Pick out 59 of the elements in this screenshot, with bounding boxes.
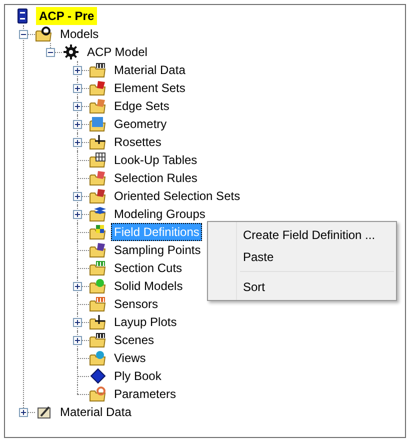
menu-item[interactable]: Paste	[210, 246, 394, 268]
folder-icon	[89, 188, 107, 204]
folder-icon	[89, 62, 107, 78]
folder-icon	[89, 206, 107, 222]
folder-icon	[89, 278, 107, 294]
folder-icon	[89, 152, 107, 168]
folder-icon	[89, 116, 107, 132]
expand-icon[interactable]	[72, 282, 82, 290]
tree-item[interactable]: Solid Models	[111, 277, 186, 295]
tree-item[interactable]: Material Data	[57, 403, 134, 421]
expand-icon[interactable]	[72, 192, 82, 200]
expand-icon[interactable]	[72, 318, 82, 326]
collapse-icon[interactable]	[46, 48, 54, 56]
notebook-icon	[35, 404, 53, 420]
tree-item[interactable]: Layup Plots	[111, 313, 180, 331]
folder-icon	[89, 386, 107, 402]
tree-item[interactable]: Edge Sets	[111, 97, 172, 115]
folder-icon	[89, 224, 107, 240]
diamond-icon	[89, 368, 107, 384]
tree-item[interactable]: Scenes	[111, 331, 158, 349]
tree-item[interactable]: Parameters	[111, 385, 180, 403]
folder-icon	[89, 134, 107, 150]
tree-item[interactable]: Look-Up Tables	[111, 151, 200, 169]
collapse-icon[interactable]	[18, 30, 28, 38]
tree-item[interactable]: Geometry	[111, 115, 170, 133]
folder-icon	[89, 80, 107, 96]
expand-icon[interactable]	[72, 66, 82, 74]
folder-icon	[89, 314, 107, 330]
tree-item[interactable]: Rosettes	[111, 133, 164, 151]
tree-item[interactable]: ACP Model	[84, 43, 150, 61]
expand-icon[interactable]	[72, 84, 82, 92]
tree-item[interactable]: Section Cuts	[111, 259, 186, 277]
expand-icon[interactable]	[18, 408, 28, 416]
tree-item[interactable]: Sensors	[111, 295, 162, 313]
menu-item[interactable]: Create Field Definition ...	[210, 224, 394, 246]
tree-item[interactable]: ACP - Pre	[36, 7, 98, 25]
expand-icon[interactable]	[72, 138, 82, 146]
tree-item[interactable]: Oriented Selection Sets	[111, 187, 244, 205]
folder-icon	[89, 170, 107, 186]
tree-item[interactable]: Sampling Points	[111, 241, 204, 259]
folder-icon	[89, 296, 107, 312]
folder-icon	[89, 242, 107, 258]
tree-item[interactable]: Selection Rules	[111, 169, 200, 187]
folder-icon	[89, 98, 107, 114]
tree-item[interactable]: Ply Book	[111, 367, 164, 385]
folder-icon	[89, 350, 107, 366]
gear-icon	[62, 44, 80, 60]
folder-icon	[89, 332, 107, 348]
folder-icon	[89, 260, 107, 276]
expand-icon[interactable]	[72, 336, 82, 344]
tree-item[interactable]: Models	[57, 25, 102, 43]
menu-item[interactable]: Sort	[210, 276, 394, 298]
expand-icon[interactable]	[72, 120, 82, 128]
expand-icon[interactable]	[72, 102, 82, 110]
tree-item[interactable]: Element Sets	[111, 79, 188, 97]
tree-item[interactable]: Material Data	[111, 61, 188, 79]
expand-icon[interactable]	[72, 210, 82, 218]
tree-item[interactable]: Modeling Groups	[111, 205, 208, 223]
tree-item[interactable]: Views	[111, 349, 149, 367]
